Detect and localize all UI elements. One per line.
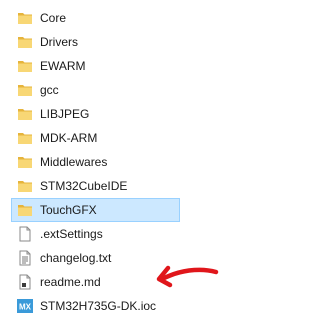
file-name: Drivers: [40, 35, 78, 49]
folder-icon: [17, 10, 33, 26]
file-name: readme.md: [40, 275, 101, 289]
file-name: Middlewares: [40, 155, 108, 169]
folder-item-gcc[interactable]: gcc: [0, 78, 309, 102]
svg-text:MX: MX: [19, 303, 32, 312]
folder-icon: [17, 202, 33, 218]
file-name: changelog.txt: [40, 251, 112, 265]
folder-item-touchgfx[interactable]: TouchGFX: [11, 198, 180, 222]
folder-item-core[interactable]: Core: [0, 6, 309, 30]
folder-item-drivers[interactable]: Drivers: [0, 30, 309, 54]
folder-icon: [17, 130, 33, 146]
file-name: LIBJPEG: [40, 107, 90, 121]
folder-icon: [17, 58, 33, 74]
file-name: STM32CubeIDE: [40, 179, 128, 193]
file-name: .extSettings: [40, 227, 103, 241]
file-name: EWARM: [40, 59, 86, 73]
folder-icon: [17, 34, 33, 50]
folder-item-ewarm[interactable]: EWARM: [0, 54, 309, 78]
markdown-file-icon: [17, 274, 33, 290]
text-file-icon: [17, 250, 33, 266]
folder-icon: [17, 178, 33, 194]
folder-item-libjpeg[interactable]: LIBJPEG: [0, 102, 309, 126]
file-name: gcc: [40, 83, 59, 97]
blank-file-icon: [17, 226, 33, 242]
folder-item-middlewares[interactable]: Middlewares: [0, 150, 309, 174]
red-arrow-annotation: [156, 265, 219, 288]
file-name: STM32H735G-DK.ioc: [40, 299, 157, 313]
folder-icon: [17, 106, 33, 122]
folder-item-stm32cubeide[interactable]: STM32CubeIDE: [0, 174, 309, 198]
folder-item-mdk-arm[interactable]: MDK-ARM: [0, 126, 309, 150]
file-item-ioc[interactable]: MX STM32H735G-DK.ioc: [0, 294, 309, 318]
file-name: MDK-ARM: [40, 131, 98, 145]
stm32cubemx-icon: MX: [17, 298, 33, 314]
file-name: Core: [40, 11, 67, 25]
file-item-extsettings[interactable]: .extSettings: [0, 222, 309, 246]
folder-icon: [17, 82, 33, 98]
folder-icon: [17, 154, 33, 170]
file-name: TouchGFX: [40, 203, 97, 217]
